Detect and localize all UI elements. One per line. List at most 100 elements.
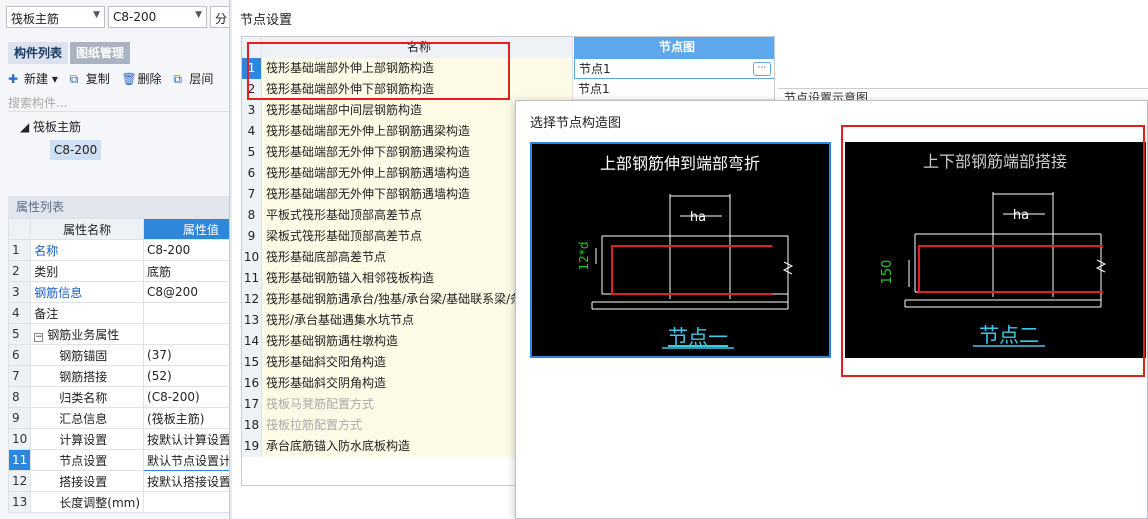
prop-value[interactable]: 底筋	[143, 260, 229, 282]
prop-name: 节点设置	[30, 449, 145, 471]
table-row[interactable]: 2 类别 底筋	[7, 260, 229, 282]
table-row[interactable]: 9 汇总信息 (筏板主筋)	[7, 407, 229, 429]
table-row[interactable]: 6 钢筋锚固 (37)	[7, 344, 229, 366]
tab-drawing-management[interactable]: 图纸管理	[70, 42, 131, 64]
prop-name: 钢筋业务属性	[47, 327, 120, 342]
component-toolbar: ✚ 新建 ▾ ⧉ 复制 🗑删除 ⧉ 层间	[8, 68, 229, 92]
prop-name: 名称	[30, 239, 145, 261]
row-num: 17	[242, 394, 262, 415]
prop-value[interactable]: (筏板主筋)	[143, 407, 229, 429]
node-1-dim-top: ha	[690, 210, 706, 225]
table-row[interactable]: 4 备注	[7, 302, 229, 324]
delete-button[interactable]: 🗑删除	[122, 68, 162, 90]
row-num: 5	[242, 142, 262, 163]
left-tabs: 构件列表 图纸管理	[8, 42, 132, 64]
dialog-title: 节点设置	[240, 13, 293, 28]
prop-value[interactable]: (C8-200)	[143, 386, 229, 408]
prop-name: 计算设置	[30, 428, 145, 450]
new-icon: ✚	[8, 72, 19, 86]
row-num: 14	[242, 331, 262, 352]
component-select[interactable]: C8-200 ▼	[108, 6, 207, 28]
table-row[interactable]: 5− 钢筋业务属性	[7, 323, 229, 345]
row-num: 8	[7, 386, 32, 408]
row-value-cell[interactable]: 节点1 ···	[574, 58, 774, 79]
highlight-box	[841, 125, 1145, 377]
component-type-value: 筏板主筋	[11, 12, 60, 26]
node-1-diagram: 上部钢筋伸到端部弯折 ha 12*d 节点一	[577, 154, 794, 349]
highlight-box	[247, 42, 510, 100]
prop-value[interactable]: 按默认计算设置计算	[143, 428, 229, 450]
table-row[interactable]: 12搭接设置按默认搭接设置计算	[7, 470, 229, 492]
properties-header: 属性名称 属性值	[7, 218, 229, 240]
copy-button[interactable]: ⧉ 复制	[70, 68, 110, 90]
row-num: 19	[242, 436, 262, 457]
header-node-image: 节点图	[574, 37, 774, 58]
collapse-icon[interactable]: −	[34, 332, 44, 342]
chevron-down-icon: ▼	[93, 10, 100, 20]
table-row[interactable]: 13 长度调整(mm)	[7, 491, 229, 513]
chevron-down-icon: ▼	[195, 10, 202, 20]
prop-value[interactable]: 默认节点设置计算	[143, 449, 229, 471]
layer-value: 分	[215, 12, 228, 26]
component-type-select[interactable]: 筏板主筋 ▼	[6, 6, 105, 28]
new-label: 新建	[24, 72, 49, 86]
tree-expand-icon[interactable]: ◢	[20, 120, 33, 134]
prop-value	[143, 323, 229, 345]
row-num: 6	[7, 344, 32, 366]
table-row[interactable]: 11节点设置默认节点设置计算	[7, 449, 229, 471]
header-num	[7, 218, 32, 240]
row-num: 11	[242, 268, 262, 289]
row-num: 5	[7, 323, 32, 345]
row-num: 18	[242, 415, 262, 436]
row-num: 3	[242, 100, 262, 121]
tab-component-list[interactable]: 构件列表	[8, 42, 69, 64]
prop-value[interactable]	[143, 302, 229, 324]
prop-name: 归类名称	[30, 386, 145, 408]
node-1-dim-side: 12*d	[577, 242, 591, 271]
header-value: 属性值	[143, 218, 229, 240]
row-num: 1	[7, 239, 32, 261]
table-row[interactable]: 7 钢筋搭接 (52)	[7, 365, 229, 387]
tree-node-child[interactable]: C8-200	[50, 140, 102, 160]
table-row[interactable]: 1 名称 C8-200	[7, 239, 229, 261]
prop-value[interactable]: (52)	[143, 365, 229, 387]
popup-title: 选择节点构造图	[530, 116, 622, 131]
row-num: 8	[242, 205, 262, 226]
tree-node-parent[interactable]: ◢ 筏板主筋	[20, 118, 81, 135]
row-value: 节点1	[579, 62, 611, 76]
prop-name: 长度调整(mm)	[30, 491, 145, 513]
node-option-1[interactable]: 上部钢筋伸到端部弯折 ha 12*d 节点一	[530, 142, 831, 358]
row-num: 6	[242, 163, 262, 184]
layer-select[interactable]: 分	[210, 6, 229, 28]
prop-name: 钢筋信息	[30, 281, 145, 303]
properties-table: 属性名称 属性值 1 名称 C8-200 2 类别 底筋 3 钢筋信息 C8@200 4 备注…	[7, 218, 229, 513]
more-icon[interactable]: ···	[753, 62, 771, 76]
table-row[interactable]: 8 归类名称 (C8-200)	[7, 386, 229, 408]
search-input[interactable]: 搜索构件...	[8, 94, 229, 112]
row-num: 2	[7, 260, 32, 282]
layer-copy-button[interactable]: ⧉ 层间	[173, 68, 213, 90]
prop-value[interactable]: C8-200	[143, 239, 229, 261]
component-value: C8-200	[113, 10, 157, 24]
prop-value[interactable]: 按默认搭接设置计算	[143, 470, 229, 492]
prop-name: 类别	[30, 260, 145, 282]
row-num: 7	[7, 365, 32, 387]
row-num: 7	[242, 184, 262, 205]
tree-node-label: 筏板主筋	[33, 120, 82, 134]
prop-value[interactable]: (37)	[143, 344, 229, 366]
table-row[interactable]: 3 钢筋信息 C8@200	[7, 281, 229, 303]
layer-label: 层间	[189, 72, 214, 86]
copy-label: 复制	[85, 72, 110, 86]
table-row[interactable]: 10计算设置按默认计算设置计算	[7, 428, 229, 450]
row-num: 12	[242, 289, 262, 310]
new-button[interactable]: ✚ 新建 ▾	[8, 68, 58, 90]
prop-value[interactable]	[143, 491, 229, 513]
row-num: 16	[242, 373, 262, 394]
node-1-caption: 节点一	[668, 325, 728, 349]
row-num: 10	[7, 428, 32, 450]
row-value[interactable]: 节点1	[574, 79, 774, 100]
node-1-title: 上部钢筋伸到端部弯折	[600, 154, 760, 173]
properties-section-title: 属性列表	[8, 196, 229, 218]
prop-value[interactable]: C8@200	[143, 281, 229, 303]
row-num: 9	[7, 407, 32, 429]
